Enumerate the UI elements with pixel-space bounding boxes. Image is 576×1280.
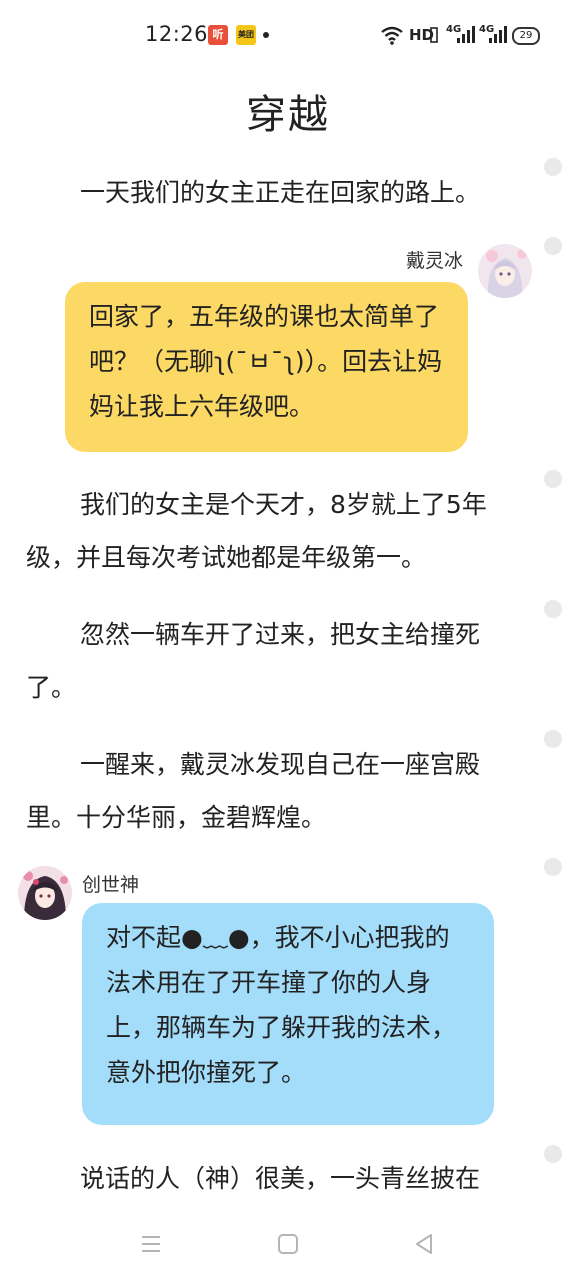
dailingbing-avatar[interactable] (478, 244, 532, 298)
paragraph-comment-dot[interactable] (544, 858, 562, 876)
battery-icon: 29 (512, 27, 540, 45)
menu-icon[interactable] (140, 1233, 162, 1255)
dialogue-bubble-dailingbing: 回家了，五年级的课也太简单了吧？（无聊ʅ(¯ㅂ¯ʅ)）。回去让妈妈让我上六年级吧… (65, 282, 468, 452)
status-time: 12:26 (145, 22, 209, 46)
hd-call-icon (430, 27, 438, 43)
paragraph-comment-dot[interactable] (544, 470, 562, 488)
story-paragraph-2: 我们的女主是个天才，8岁就上了5年级，并且每次考试她都是年级第一。 (26, 490, 487, 572)
story-title: 穿越 (246, 92, 330, 138)
story-paragraph-4: 一醒来，戴灵冰发现自己在一座宫殿里。十分华丽，金碧辉煌。 (26, 750, 481, 832)
story-paragraph-1: 一天我们的女主正走在回家的路上。 (80, 178, 481, 207)
back-icon[interactable] (413, 1233, 435, 1255)
anime-girl-avatar-icon (478, 244, 532, 298)
meituan-app-icon: 美团 (236, 25, 256, 45)
status-bar: 12:26 听 美团 HD 4G 4G 29 (0, 0, 576, 72)
signal-strength-1-icon (457, 26, 475, 43)
story-paragraph-3: 忽然一辆车开了过来，把女主给撞死了。 (26, 620, 481, 702)
creator-god-avatar[interactable] (18, 866, 72, 920)
signal-strength-2-icon (489, 26, 507, 43)
paragraph-comment-dot[interactable] (544, 600, 562, 618)
home-icon[interactable] (277, 1233, 299, 1255)
paragraph-comment-dot[interactable] (544, 730, 562, 748)
story-paragraph-5: 说话的人（神）很美，一头青丝披在 (80, 1164, 481, 1193)
wifi-icon (381, 26, 403, 45)
ting-app-icon: 听 (208, 25, 228, 45)
dialogue-text-chuangshishen: 对不起●﹏●，我不小心把我的法术用在了开车撞了你的人身上，那辆车为了躲开我的法术… (106, 923, 457, 1087)
paragraph-comment-dot[interactable] (544, 158, 562, 176)
speaker-name-dailingbing: 戴灵冰 (406, 250, 464, 272)
notification-dot-icon (263, 32, 269, 38)
anime-god-avatar-icon (18, 866, 72, 920)
dialogue-text-dailingbing: 回家了，五年级的课也太简单了吧？（无聊ʅ(¯ㅂ¯ʅ)）。回去让妈妈让我上六年级吧… (89, 302, 443, 421)
dialogue-bubble-chuangshishen: 对不起●﹏●，我不小心把我的法术用在了开车撞了你的人身上，那辆车为了躲开我的法术… (82, 903, 494, 1125)
paragraph-comment-dot[interactable] (544, 237, 562, 255)
system-navigation-bar (0, 1205, 576, 1280)
paragraph-comment-dot[interactable] (544, 1145, 562, 1163)
speaker-name-chuangshishen: 创世神 (82, 874, 140, 896)
